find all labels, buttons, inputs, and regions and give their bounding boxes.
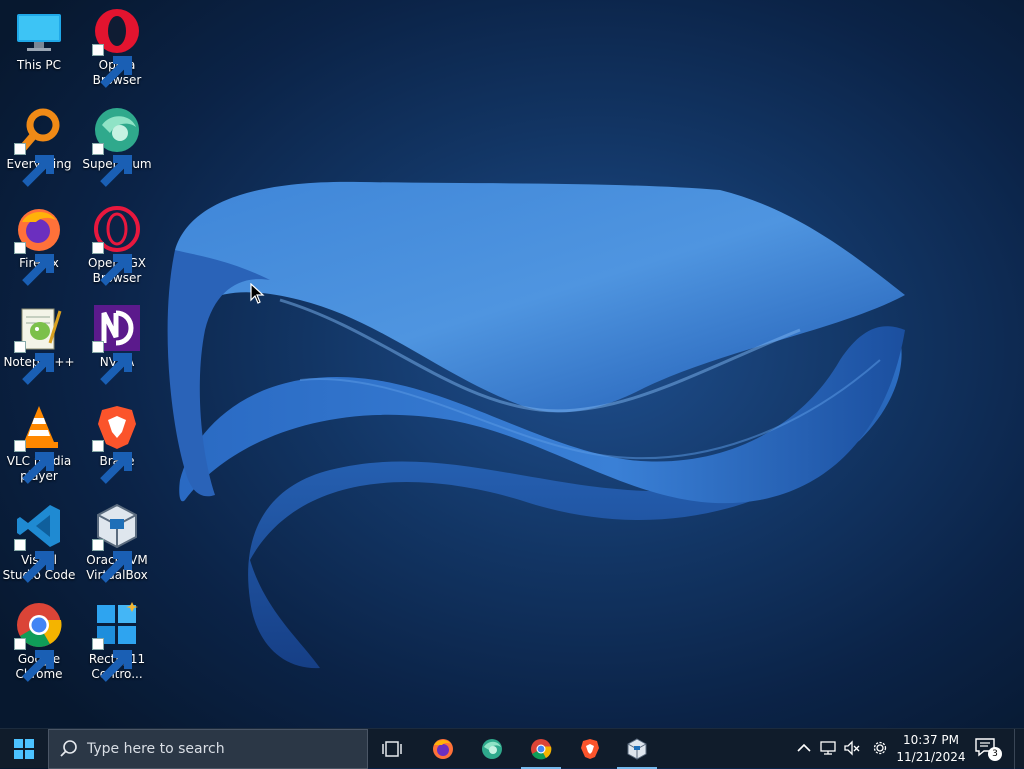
desktop-icon-firefox[interactable]: Firefox xyxy=(0,198,78,286)
desktop-icon-virtualbox[interactable]: Oracle VM VirtualBox xyxy=(78,495,156,583)
rectify11-control-panel-icon xyxy=(92,600,142,682)
opera-icon xyxy=(92,6,142,88)
task-view-button[interactable] xyxy=(370,729,414,769)
notepad-plus-plus-icon xyxy=(14,303,64,385)
shortcut-arrow-icon xyxy=(92,638,132,682)
clock-time: 10:37 PM xyxy=(903,733,959,747)
shortcut-arrow-icon xyxy=(14,638,54,682)
vscode-icon xyxy=(14,501,64,583)
taskbar-clock[interactable]: 10:37 PM 11/21/2024 xyxy=(896,732,966,766)
taskbar-virtualbox-button[interactable] xyxy=(615,729,659,769)
everything-icon xyxy=(14,105,64,187)
taskbar-chrome-button[interactable] xyxy=(519,729,563,769)
supermium-icon xyxy=(482,739,502,759)
firefox-icon xyxy=(433,739,453,759)
settings-gear-icon[interactable] xyxy=(871,739,889,757)
nvda-icon xyxy=(92,303,142,385)
shortcut-arrow-icon xyxy=(14,242,54,286)
desktop-icon-rectify11-control-panel[interactable]: Rectify11 Contro... xyxy=(78,594,156,682)
virtualbox-icon xyxy=(92,501,142,583)
search-icon xyxy=(60,740,77,757)
supermium-icon xyxy=(92,105,142,187)
taskbar: Type here to search 10:37 PM 11/21/2024 … xyxy=(0,728,1024,769)
opera-gx-icon xyxy=(92,204,142,286)
search-placeholder: Type here to search xyxy=(87,741,225,757)
chrome-icon xyxy=(531,739,552,760)
vlc-icon xyxy=(14,402,64,484)
start-button[interactable] xyxy=(0,729,48,769)
virtualbox-icon xyxy=(627,738,647,760)
shortcut-arrow-icon xyxy=(14,143,54,187)
taskbar-supermium-button[interactable] xyxy=(470,729,514,769)
shortcut-arrow-icon xyxy=(92,341,132,385)
shortcut-arrow-icon xyxy=(14,341,54,385)
firefox-icon xyxy=(14,204,64,286)
shortcut-arrow-icon xyxy=(92,242,132,286)
desktop-icon-vlc[interactable]: VLC media player xyxy=(0,396,78,484)
desktop-icon-notepad-plus-plus[interactable]: Notepad++ xyxy=(0,297,78,385)
desktop-icon-nvda[interactable]: NVDA xyxy=(78,297,156,385)
brave-icon xyxy=(92,402,142,484)
desktop-icon-this-pc[interactable]: This PC xyxy=(0,0,78,73)
notification-center-button[interactable]: 3 xyxy=(974,737,1002,761)
shortcut-arrow-icon xyxy=(92,143,132,187)
network-icon[interactable] xyxy=(819,739,837,757)
mouse-cursor-icon xyxy=(250,283,265,304)
show-desktop-button[interactable] xyxy=(1014,729,1024,769)
shortcut-arrow-icon xyxy=(92,539,132,583)
taskbar-brave-button[interactable] xyxy=(568,729,612,769)
taskbar-search-box[interactable]: Type here to search xyxy=(48,729,368,769)
desktop-icon-opera[interactable]: Opera Browser xyxy=(78,0,156,88)
shortcut-arrow-icon xyxy=(92,44,132,88)
task-view-icon xyxy=(382,741,402,757)
chrome-icon xyxy=(14,600,64,682)
this-pc-icon xyxy=(14,6,64,56)
shortcut-arrow-icon xyxy=(14,539,54,583)
desktop-icon-chrome[interactable]: Google Chrome xyxy=(0,594,78,682)
desktop-icon-vscode[interactable]: Visual Studio Code xyxy=(0,495,78,583)
clock-date: 11/21/2024 xyxy=(896,750,966,764)
notification-count-badge: 3 xyxy=(988,747,1002,761)
desktop-icon-label: This PC xyxy=(17,58,61,72)
shortcut-arrow-icon xyxy=(92,440,132,484)
volume-muted-icon[interactable] xyxy=(843,739,861,757)
desktop-icon-supermium[interactable]: Supermium xyxy=(78,99,156,187)
windows-logo-icon xyxy=(14,739,34,759)
desktop-icon-brave[interactable]: Brave xyxy=(78,396,156,484)
shortcut-arrow-icon xyxy=(14,440,54,484)
taskbar-firefox-button[interactable] xyxy=(421,729,465,769)
chevron-up-icon[interactable] xyxy=(795,739,813,757)
desktop-icon-everything[interactable]: Everything xyxy=(0,99,78,187)
brave-icon xyxy=(581,739,599,759)
desktop-icon-opera-gx[interactable]: Opera GX Browser xyxy=(78,198,156,286)
